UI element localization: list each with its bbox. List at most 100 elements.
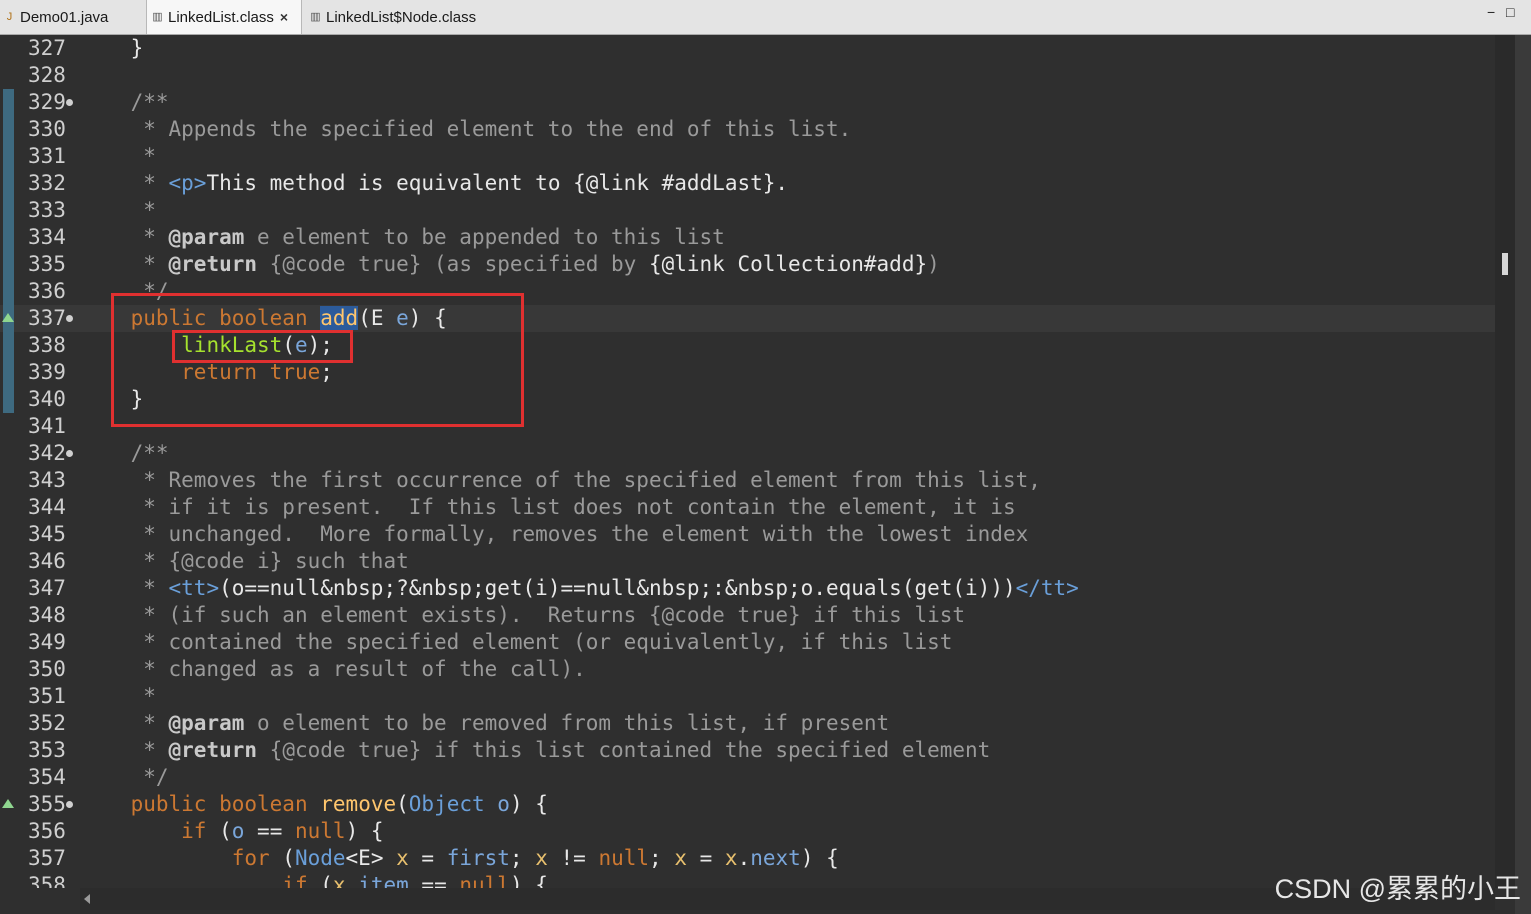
line-number: 354 — [28, 765, 66, 789]
code-text: for (Node<E> x = first; x != null; x = x… — [231, 846, 839, 870]
tab-linkedlist-node-class[interactable]: ▥ LinkedList$Node.class — [310, 0, 510, 34]
fold-toggle-icon[interactable] — [66, 99, 73, 106]
line-number: 335 — [28, 252, 66, 276]
line-number: 351 — [28, 684, 66, 708]
fold-toggle-icon[interactable] — [66, 801, 73, 808]
line-number: 344 — [28, 495, 66, 519]
change-marker — [3, 170, 14, 197]
code-text: * unchanged. More formally, removes the … — [130, 522, 1029, 546]
change-marker — [3, 143, 14, 170]
code-text: * @return {@code true} (as specified by … — [130, 252, 940, 276]
code-line: 355 public boolean remove(Object o) { — [0, 791, 1495, 818]
highlight-box-linklast-call — [172, 330, 353, 363]
fold-toggle-icon[interactable] — [66, 315, 73, 322]
class-file-icon: ▥ — [310, 10, 321, 23]
code-line: 353 * @return {@code true} if this list … — [0, 737, 1495, 764]
line-number: 356 — [28, 819, 66, 843]
code-line: 352 * @param o element to be removed fro… — [0, 710, 1495, 737]
code-line: 330 * Appends the specified element to t… — [0, 116, 1495, 143]
line-number: 340 — [28, 387, 66, 411]
code-line: 328 — [0, 62, 1495, 89]
code-line: 357 for (Node<E> x = first; x != null; x… — [0, 845, 1495, 872]
close-icon[interactable]: × — [280, 9, 288, 25]
line-number: 342 — [28, 441, 66, 465]
code-text: * if it is present. If this list does no… — [130, 495, 1016, 519]
line-number: 339 — [28, 360, 66, 384]
line-number: 337 — [28, 306, 66, 330]
code-line: 348 * (if such an element exists). Retur… — [0, 602, 1495, 629]
watermark: CSDN @累累的小王 — [1274, 874, 1521, 904]
code-text: public boolean remove(Object o) { — [130, 792, 548, 816]
code-line: 331 * — [0, 143, 1495, 170]
code-line: 354 */ — [0, 764, 1495, 791]
line-number: 338 — [28, 333, 66, 357]
tab-label: LinkedList.class — [168, 8, 274, 26]
code-editor[interactable]: 327 } 328 329 /** 330 * Appends the spec… — [0, 35, 1495, 888]
line-number: 355 — [28, 792, 66, 816]
code-text: * @param e element to be appended to thi… — [130, 225, 725, 249]
java-file-icon: J — [6, 10, 13, 23]
change-marker — [3, 197, 14, 224]
code-text: * (if such an element exists). Returns {… — [130, 603, 966, 627]
code-text: * @return {@code true} if this list cont… — [130, 738, 991, 762]
line-number: 329 — [28, 90, 66, 114]
line-number: 358 — [28, 873, 66, 888]
code-line: 332 * <p>This method is equivalent to {@… — [0, 170, 1495, 197]
change-marker — [3, 224, 14, 251]
tab-demo01-java[interactable]: J Demo01.java — [4, 0, 144, 34]
line-number: 353 — [28, 738, 66, 762]
code-line: 356 if (o == null) { — [0, 818, 1495, 845]
overview-ruler — [1515, 35, 1531, 914]
code-text: * — [130, 144, 156, 168]
code-text: /** — [130, 90, 169, 114]
line-number: 345 — [28, 522, 66, 546]
code-line: 346 * {@code i} such that — [0, 548, 1495, 575]
code-text: * @param o element to be removed from th… — [130, 711, 890, 735]
maximize-icon[interactable]: □ — [1506, 4, 1514, 20]
change-marker — [3, 278, 14, 305]
code-text: * changed as a result of the call). — [130, 657, 586, 681]
line-number: 332 — [28, 171, 66, 195]
line-number: 352 — [28, 711, 66, 735]
code-line: 335 * @return {@code true} (as specified… — [0, 251, 1495, 278]
code-text: * — [130, 684, 156, 708]
code-line: 327 } — [0, 35, 1495, 62]
fold-toggle-icon[interactable] — [66, 450, 73, 457]
line-number: 334 — [28, 225, 66, 249]
code-text: } — [130, 36, 144, 60]
code-line: 349 * contained the specified element (o… — [0, 629, 1495, 656]
code-text: * <p>This method is equivalent to {@link… — [130, 171, 789, 195]
tab-label: Demo01.java — [20, 8, 109, 26]
code-text: /** — [130, 441, 169, 465]
line-number: 347 — [28, 576, 66, 600]
minimize-icon[interactable]: − — [1487, 4, 1495, 20]
code-line: 350 * changed as a result of the call). — [0, 656, 1495, 683]
code-text: * — [130, 198, 156, 222]
code-line: 345 * unchanged. More formally, removes … — [0, 521, 1495, 548]
scrollbar-thumb[interactable] — [1502, 253, 1508, 275]
code-line: 344 * if it is present. If this list doe… — [0, 494, 1495, 521]
code-line: 333 * — [0, 197, 1495, 224]
line-number: 328 — [28, 63, 66, 87]
code-text: * Appends the specified element to the e… — [130, 117, 852, 141]
line-number: 330 — [28, 117, 66, 141]
code-line: 347 * <tt>(o==null&nbsp;?&nbsp;get(i)==n… — [0, 575, 1495, 602]
class-file-icon: ▥ — [152, 10, 163, 23]
change-marker — [3, 386, 14, 413]
code-text: * Removes the first occurrence of the sp… — [130, 468, 1041, 492]
tab-linkedlist-class[interactable]: ▥ LinkedList.class × — [146, 0, 302, 34]
code-text: * contained the specified element (or eq… — [130, 630, 953, 654]
tab-label: LinkedList$Node.class — [326, 8, 477, 26]
line-number: 336 — [28, 279, 66, 303]
override-triangle-icon — [2, 799, 14, 808]
line-number: 327 — [28, 36, 66, 60]
code-text: * {@code i} such that — [130, 549, 409, 573]
code-line: 342 /** — [0, 440, 1495, 467]
code-line: 334 * @param e element to be appended to… — [0, 224, 1495, 251]
vertical-scrollbar[interactable] — [1495, 35, 1515, 888]
line-number: 350 — [28, 657, 66, 681]
change-marker — [3, 116, 14, 143]
change-marker — [3, 251, 14, 278]
scroll-left-icon[interactable] — [84, 894, 90, 904]
code-line: 329 /** — [0, 89, 1495, 116]
